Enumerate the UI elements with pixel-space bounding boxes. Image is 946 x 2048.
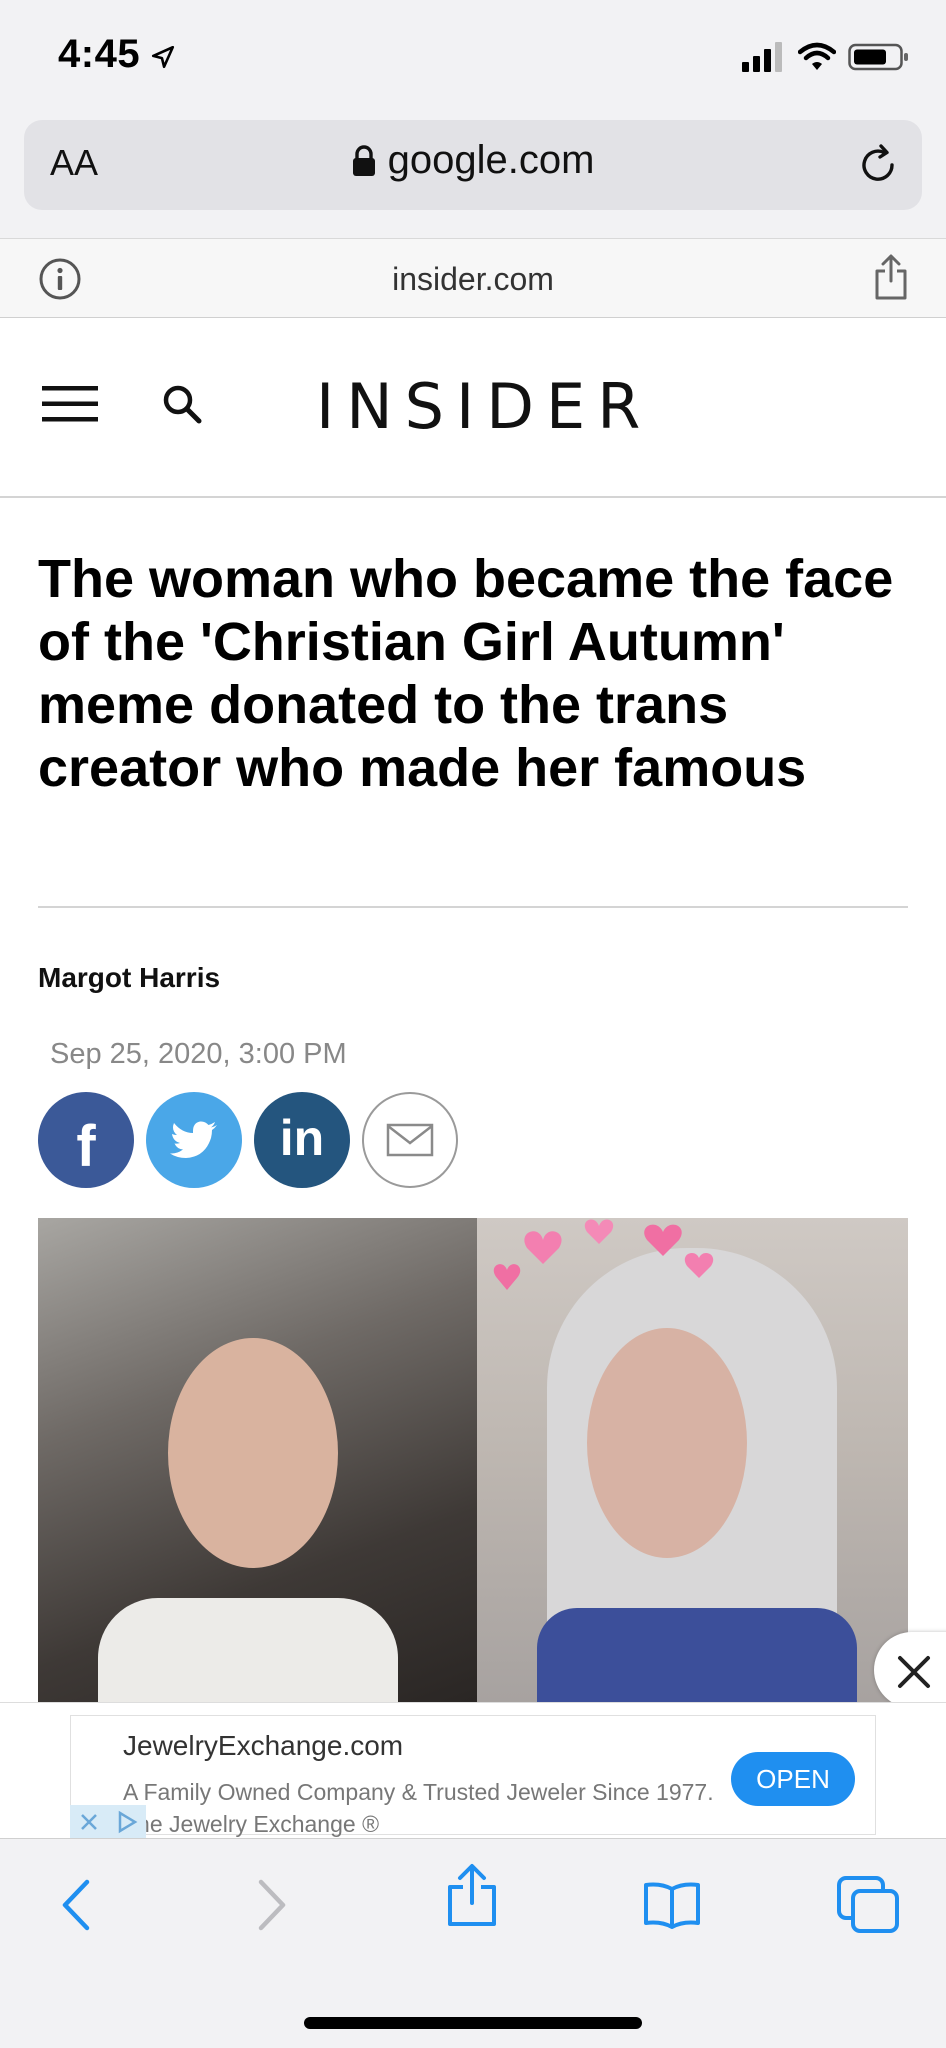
twitter-bird-icon <box>170 1121 217 1158</box>
ad-title[interactable]: JewelryExchange.com <box>123 1730 403 1762</box>
photo-woman <box>38 1218 477 1702</box>
address-domain: google.com <box>387 138 595 182</box>
photo-creator <box>477 1218 908 1702</box>
browser-address-area: AA google.com <box>0 118 946 238</box>
photo-creator-face <box>587 1328 747 1558</box>
location-arrow-icon <box>151 45 175 69</box>
article-headline: The woman who became the face of the 'Ch… <box>38 549 894 798</box>
cellular-signal-icon <box>742 42 782 72</box>
share-buttons: f in <box>38 1092 458 1188</box>
article-author[interactable]: Margot Harris <box>38 962 220 994</box>
headline-divider <box>38 906 908 908</box>
ad-content[interactable]: JewelryExchange.com A Family Owned Compa… <box>70 1715 876 1837</box>
ad-body: A Family Owned Company & Trusted Jeweler… <box>123 1779 714 1837</box>
share-icon[interactable] <box>874 253 908 301</box>
tabs-icon <box>837 1876 899 1933</box>
chevron-left-icon <box>62 1879 90 1931</box>
envelope-icon <box>386 1123 434 1157</box>
back-button[interactable] <box>44 1873 108 1937</box>
status-indicators <box>742 42 910 72</box>
ad-close-x-icon[interactable] <box>78 1811 100 1833</box>
linkedin-icon: in <box>279 1110 325 1166</box>
status-bar: 4:45 <box>0 0 946 118</box>
close-ad-button[interactable] <box>874 1632 946 1708</box>
book-icon <box>644 1882 700 1929</box>
bookmarks-button[interactable] <box>640 1873 704 1937</box>
address-bar[interactable]: AA google.com <box>24 120 922 210</box>
site-info-bar: insider.com <box>0 238 946 318</box>
twitter-share-button[interactable] <box>146 1092 242 1188</box>
status-time: 4:45 <box>58 32 141 76</box>
chevron-right-icon <box>258 1879 286 1931</box>
ad-choices[interactable] <box>70 1805 146 1839</box>
home-indicator <box>304 2017 642 2029</box>
lock-icon <box>352 144 375 176</box>
email-share-button[interactable] <box>362 1092 458 1188</box>
close-icon <box>898 1656 930 1688</box>
site-header: INSIDER <box>0 318 946 498</box>
reload-icon[interactable] <box>856 142 902 188</box>
insider-logo[interactable]: INSIDER <box>316 370 652 443</box>
share-icon <box>448 1864 496 1926</box>
forward-button[interactable] <box>240 1873 304 1937</box>
ad-open-button[interactable]: OPEN <box>731 1752 855 1806</box>
adchoices-icon[interactable] <box>115 1810 139 1834</box>
wifi-icon <box>798 42 836 70</box>
site-domain: insider.com <box>392 261 554 297</box>
facebook-share-button[interactable]: f <box>38 1092 134 1188</box>
browser-toolbar <box>0 1838 946 2048</box>
linkedin-share-button[interactable]: in <box>254 1092 350 1188</box>
hearts-crown-icon <box>493 1219 714 1290</box>
battery-icon <box>848 43 908 71</box>
article-photo <box>38 1218 908 1702</box>
facebook-icon: f <box>76 1113 96 1179</box>
tabs-button[interactable] <box>836 1873 900 1937</box>
ad-banner: JewelryExchange.com A Family Owned Compa… <box>0 1702 946 1839</box>
address-field[interactable]: google.com <box>24 138 922 183</box>
hamburger-menu-icon[interactable] <box>42 382 98 426</box>
photo-creator-shirt <box>537 1608 857 1702</box>
photo-woman-face <box>168 1338 338 1568</box>
search-icon[interactable] <box>160 382 204 426</box>
share-button[interactable] <box>440 1863 504 1927</box>
article-date: Sep 25, 2020, 3:00 PM <box>50 1038 347 1070</box>
photo-woman-sweater <box>98 1598 398 1702</box>
